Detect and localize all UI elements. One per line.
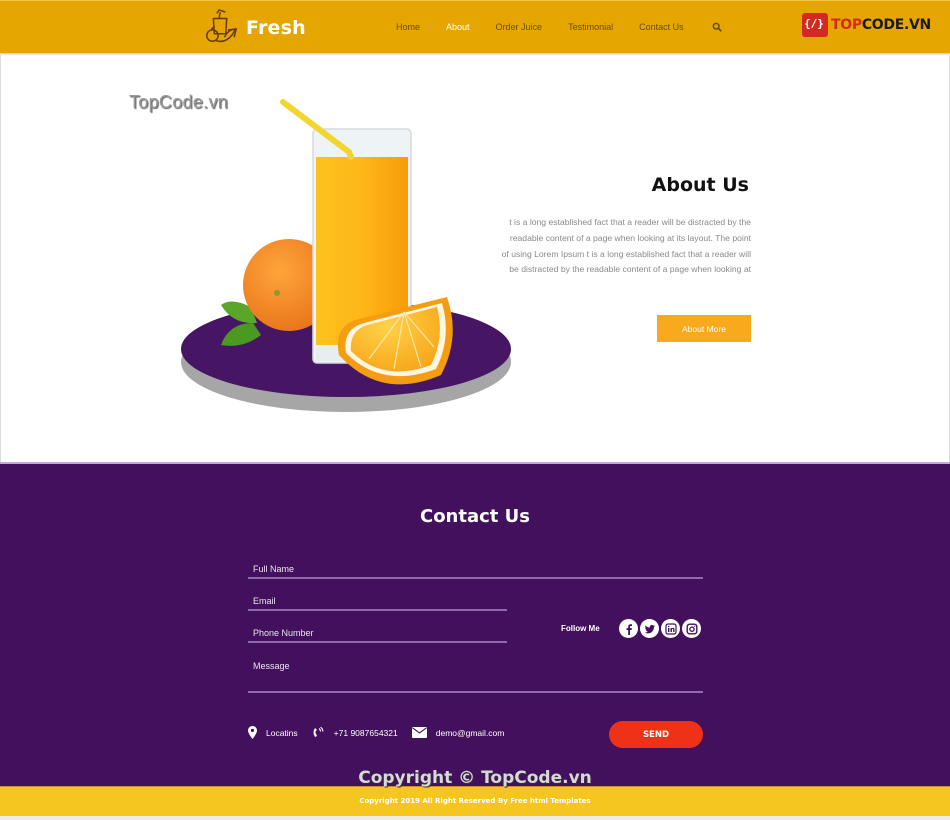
nav-home[interactable]: Home	[396, 22, 420, 32]
facebook-link[interactable]	[619, 619, 638, 638]
nav-about[interactable]: About	[446, 22, 470, 32]
email-field-wrapper	[248, 589, 507, 611]
site-footer: Copyright 2019 All Right Reserved By Fre…	[0, 786, 950, 816]
message-input[interactable]	[248, 659, 703, 691]
main-nav: Home About Order Juice Testimonial Conta…	[396, 22, 722, 32]
logo[interactable]: Fresh	[202, 9, 306, 47]
site-header: Fresh Home About Order Juice Testimonial…	[0, 0, 950, 54]
nav-testimonial[interactable]: Testimonial	[568, 22, 613, 32]
facebook-icon	[626, 623, 632, 635]
search-icon[interactable]	[712, 22, 722, 32]
nav-order-juice[interactable]: Order Juice	[496, 22, 543, 32]
badge-suffix: CODE.VN	[861, 17, 931, 33]
topcode-logo-icon	[802, 13, 828, 37]
full-name-input[interactable]	[248, 559, 703, 579]
envelope-icon	[411, 727, 427, 738]
nav-contact-us[interactable]: Contact Us	[639, 22, 684, 32]
topcode-badge: TOPCODE.VN	[802, 13, 931, 37]
location-text: Locatins	[266, 727, 298, 738]
email-text: demo@gmail.com	[435, 727, 505, 738]
social-links	[619, 619, 701, 638]
send-button[interactable]: SEND	[609, 721, 703, 748]
linkedin-icon	[664, 622, 677, 635]
location-pin-icon	[248, 726, 257, 739]
about-description: t is a long established fact that a read…	[501, 217, 751, 275]
phone-input[interactable]	[248, 623, 507, 643]
phone-text: +71 9087654321	[333, 727, 398, 738]
phone-icon	[313, 726, 324, 737]
linkedin-link[interactable]	[661, 619, 680, 638]
twitter-icon	[644, 624, 655, 633]
full-name-field-wrapper	[248, 557, 703, 579]
phone-info: +71 9087654321	[312, 726, 398, 739]
orange-juice-illustration	[181, 99, 511, 412]
message-field-wrapper	[248, 659, 703, 693]
email-input[interactable]	[248, 591, 507, 611]
location-info: Locatins	[248, 726, 298, 739]
contact-section: Contact Us Follow Me Locatins +7	[0, 462, 950, 788]
badge-prefix: TOP	[831, 17, 862, 33]
brand-name: Fresh	[246, 17, 306, 39]
email-info: demo@gmail.com	[411, 727, 505, 738]
instagram-link[interactable]	[682, 619, 701, 638]
about-more-button[interactable]: About More	[657, 315, 751, 342]
copyright-watermark: Copyright © TopCode.vn	[358, 768, 592, 788]
twitter-link[interactable]	[640, 619, 659, 638]
instagram-icon	[686, 623, 698, 635]
contact-title: Contact Us	[419, 506, 530, 527]
phone-field-wrapper	[248, 621, 507, 643]
about-section: TopCode.vn About Us t is a long establis…	[0, 55, 950, 462]
footer-copyright: Copyright 2019 All Right Reserved By Fre…	[359, 797, 591, 805]
juice-logo-icon	[205, 9, 237, 43]
about-title: About Us	[651, 174, 749, 196]
follow-me-label: Follow Me	[561, 624, 600, 633]
contact-info: Locatins +71 9087654321 demo@gmail.com	[248, 726, 518, 739]
